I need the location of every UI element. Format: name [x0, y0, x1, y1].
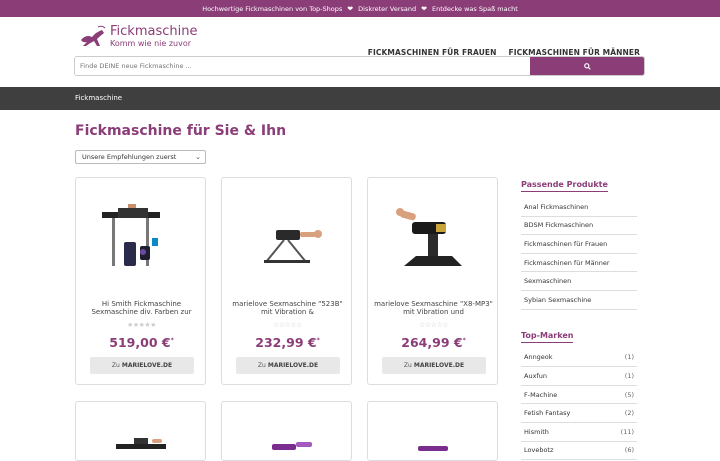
search-icon — [583, 62, 591, 70]
sidebar-item-brand[interactable]: Hismith (11) — [521, 423, 637, 442]
product-card[interactable]: Hi Smith Fickmaschine Sexmaschine div. F… — [75, 177, 206, 385]
sidebar-item-label: Fickmaschinen für Männer — [524, 258, 610, 267]
sort-select[interactable]: Unsere Empfehlungen zuerst ⌄ — [75, 150, 206, 164]
brand-list: Anngeok (1) Auxfun (1) F-Machine (5) Fetish… — [521, 349, 637, 461]
brand-count: (6) — [624, 446, 634, 455]
heart-icon: ❤ — [421, 4, 428, 13]
sidebar-item-label: BDSM Fickmaschinen — [524, 221, 594, 230]
shop-button-prefix: Zu — [111, 362, 120, 369]
sidebar-item-brand[interactable]: Auxfun (1) — [521, 367, 637, 386]
sidebar-item-label: Anal Fickmaschinen — [524, 202, 589, 211]
rating-stars: ★★★★★ — [127, 321, 156, 329]
brand-label: Auxfun — [524, 371, 547, 380]
sidebar-item-related[interactable]: Sybian Sexmaschine — [521, 291, 637, 310]
chevron-down-icon: ⌄ — [195, 153, 201, 161]
related-list: Anal Fickmaschinen BDSM Fickmaschinen Fi… — [521, 198, 637, 310]
sidebar-title-brands: Top-Marken — [521, 331, 574, 343]
sidebar-item-brand[interactable]: Fetish Fantasy (2) — [521, 404, 637, 423]
announcement-item-2: Diskreter Versand — [358, 4, 417, 13]
sidebar-item-related[interactable]: Sexmaschinen — [521, 272, 637, 291]
product-card[interactable] — [367, 401, 498, 461]
shop-name: MARIELOVE.DE — [121, 362, 173, 369]
sidebar-item-label: Sexmaschinen — [524, 277, 572, 286]
sidebar-item-related[interactable]: Fickmaschinen für Frauen — [521, 235, 637, 254]
product-image — [102, 204, 160, 266]
brand-label: Lovebotz — [524, 446, 554, 455]
brand-label: Anngeok — [524, 353, 553, 362]
product-card[interactable]: marielove Sexmaschine "523B" mit Vibrati… — [221, 177, 352, 385]
breadcrumb-item[interactable]: Fickmaschine — [75, 94, 122, 102]
product-card[interactable] — [221, 401, 352, 461]
product-image — [396, 208, 462, 266]
shop-name: MARIELOVE.DE — [413, 362, 465, 369]
site-logo[interactable]: Fickmaschine Komm wie nie zuvor — [78, 24, 197, 50]
announcement-bar: Hochwertige Fickmaschinen von Top-Shops … — [0, 0, 720, 17]
shop-button[interactable]: Zu MARIELOVE.DE — [90, 357, 194, 374]
announcement-item-3: Entdecke was Spaß macht — [432, 4, 518, 13]
price-value: 519,00 € — [109, 335, 171, 350]
brand-label: Fetish Fantasy — [524, 409, 571, 418]
shop-button[interactable]: Zu MARIELOVE.DE — [382, 357, 486, 374]
product-image — [264, 230, 322, 263]
sidebar-item-related[interactable]: BDSM Fickmaschinen — [521, 217, 637, 236]
search-bar — [74, 56, 645, 76]
sidebar-item-related[interactable]: Fickmaschinen für Männer — [521, 254, 637, 273]
brand-label: Hismith — [524, 427, 549, 436]
logo-tagline: Komm wie nie zuvor — [110, 39, 192, 48]
heart-icon: ❤ — [347, 4, 354, 13]
sidebar-title-related: Passende Produkte — [521, 180, 608, 192]
brand-count: (2) — [624, 409, 634, 418]
product-image — [418, 446, 448, 451]
price-value: 264,99 € — [401, 335, 463, 350]
brand-count: (1) — [624, 353, 634, 362]
sidebar-item-brand[interactable]: Anngeok (1) — [521, 349, 637, 368]
brand-count: (1) — [624, 371, 634, 380]
product-name[interactable]: marielove Sexmaschine "X8-MP3" mit Vibra… — [374, 300, 493, 316]
announcement-item-1: Hochwertige Fickmaschinen von Top-Shops — [202, 4, 343, 13]
sidebar-item-label: Fickmaschinen für Frauen — [524, 239, 608, 248]
site-header: Fickmaschine Komm wie nie zuvor FICKMASC… — [0, 17, 720, 87]
rating-stars: ☆☆☆☆☆ — [419, 321, 448, 329]
shop-button-prefix: Zu — [257, 362, 266, 369]
sidebar-item-label: Sybian Sexmaschine — [524, 295, 592, 304]
sort-select-value: Unsere Empfehlungen zuerst — [82, 153, 177, 161]
product-price: 264,99 €* — [401, 335, 466, 350]
shop-button-prefix: Zu — [403, 362, 412, 369]
product-name[interactable]: Hi Smith Fickmaschine Sexmaschine div. F… — [82, 300, 201, 316]
price-value: 232,99 € — [255, 335, 317, 350]
product-price: 232,99 €* — [255, 335, 320, 350]
shop-name: MARIELOVE.DE — [267, 362, 319, 369]
product-price: 519,00 €* — [109, 335, 174, 350]
brand-label: F-Machine — [524, 390, 558, 399]
sidebar-item-brand[interactable]: Lovebotz (6) — [521, 442, 637, 461]
shop-button[interactable]: Zu MARIELOVE.DE — [236, 357, 340, 374]
brand-count: (5) — [624, 390, 634, 399]
sidebar-item-related[interactable]: Anal Fickmaschinen — [521, 198, 637, 217]
product-card[interactable]: marielove Sexmaschine "X8-MP3" mit Vibra… — [367, 177, 498, 385]
rating-stars: ☆☆☆☆☆ — [273, 321, 302, 329]
logo-figure-icon — [81, 25, 106, 46]
sidebar: Passende Produkte Anal Fickmaschinen BDS… — [521, 172, 637, 461]
search-button[interactable] — [530, 57, 644, 75]
logo-title: Fickmaschine — [110, 24, 198, 39]
product-name[interactable]: marielove Sexmaschine "523B" mit Vibrati… — [228, 300, 347, 316]
page-title: Fickmaschine für Sie & Ihn — [75, 123, 287, 139]
brand-count: (11) — [620, 427, 634, 436]
breadcrumb: Fickmaschine — [0, 87, 720, 110]
search-input[interactable] — [75, 57, 530, 75]
product-card[interactable] — [75, 401, 206, 461]
sidebar-item-brand[interactable]: F-Machine (5) — [521, 386, 637, 405]
